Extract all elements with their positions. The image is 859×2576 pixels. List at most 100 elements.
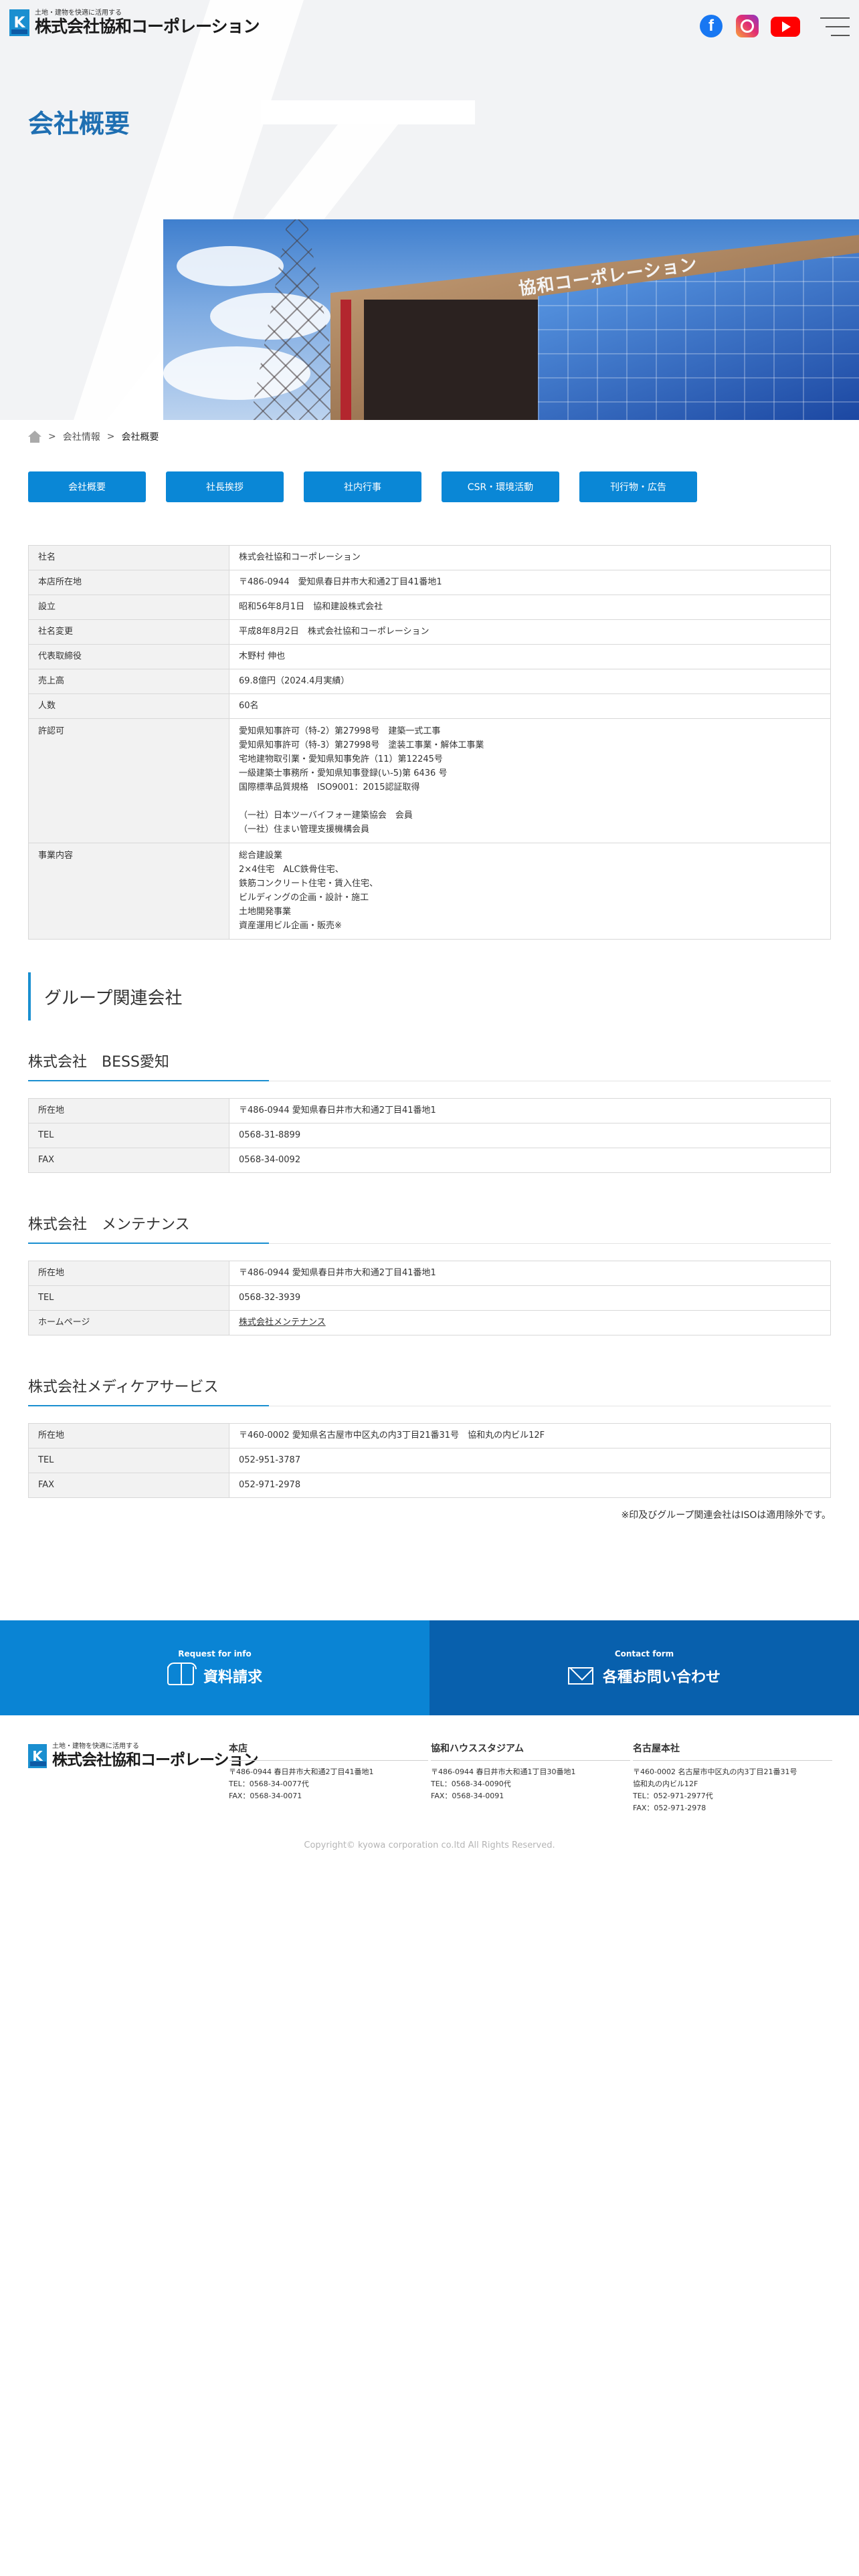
license-line: 一級建築士事務所・愛知県知事登録(い-5)第 6436 号	[239, 768, 448, 778]
office-fax: FAX：052-971-2978	[633, 1804, 706, 1812]
table-row: 事業内容 総合建設業 2×4住宅 ALC鉄骨住宅、 鉄筋コンクリート住宅・賃入住…	[28, 843, 831, 940]
hero-k-shape	[261, 100, 475, 124]
table-value: 0568-31-8899	[229, 1123, 831, 1148]
table-key: 所在地	[28, 1098, 229, 1123]
logo-text: 土地・建物を快適に活用する 株式会社協和コーポレーション	[35, 9, 260, 36]
office-tel: TEL：052-971-2977代	[633, 1792, 713, 1800]
company-table-bess: 所在地 〒486-0944 愛知県春日井市大和通2丁目41番地1 TEL 056…	[28, 1098, 831, 1173]
license-line: （一社）日本ツーバイフォー建築協会 会員	[239, 811, 413, 821]
table-row: 所在地 〒486-0944 愛知県春日井市大和通2丁目41番地1	[28, 1098, 831, 1123]
office-stadium: 協和ハウススタジアム 〒486-0944 春日井市大和通1丁目30番地1 TEL…	[431, 1741, 630, 1802]
table-row: 許認可 愛知県知事許可（特-2）第27998号 建築一式工事 愛知県知事許可（特…	[28, 718, 831, 843]
table-row: FAX 0568-34-0092	[28, 1148, 831, 1173]
table-key: TEL	[28, 1123, 229, 1148]
footer-logo[interactable]: K 土地・建物を快適に活用する 株式会社協和コーポレーション	[28, 1743, 259, 1769]
license-line: 宅地建物取引業・愛知県知事免許（11）第12245号	[239, 754, 443, 764]
menu-line	[826, 26, 850, 27]
company-profile-table: 社名 株式会社協和コーポレーション 本店所在地 〒486-0944 愛知県春日井…	[28, 545, 831, 940]
section-tabs: 会社概要 社長挨拶 社内行事 CSR・環境活動 刊行物・広告	[28, 471, 697, 502]
table-value: 052-971-2978	[229, 1473, 831, 1498]
copyright: Copyright© kyowa corporation co.ltd All …	[304, 1840, 555, 1850]
license-line: （一社）住まい管理支援機構会員	[239, 825, 370, 835]
menu-line	[831, 35, 850, 36]
tab-company-events[interactable]: 社内行事	[304, 471, 421, 502]
table-key: 社名変更	[28, 619, 229, 645]
table-value: 〒486-0944 愛知県春日井市大和通2丁目41番地1	[229, 1098, 831, 1123]
table-value: 愛知県知事許可（特-2）第27998号 建築一式工事 愛知県知事許可（特-3）第…	[229, 718, 831, 843]
table-row: 代表取締役 木野村 伸也	[28, 644, 831, 669]
table-row: 所在地 〒486-0944 愛知県春日井市大和通2丁目41番地1	[28, 1261, 831, 1286]
table-row: ホームページ 株式会社メンテナンス	[28, 1310, 831, 1335]
breadcrumb-separator: >	[106, 431, 115, 442]
tab-csr[interactable]: CSR・環境活動	[442, 471, 559, 502]
hamburger-menu-button[interactable]	[820, 17, 850, 37]
table-key: TEL	[28, 1285, 229, 1311]
table-row: 社名 株式会社協和コーポレーション	[28, 545, 831, 570]
table-key: 売上高	[28, 669, 229, 694]
license-line: 国際標準品質規格 ISO9001：2015認証取得	[239, 782, 420, 792]
table-key: 代表取締役	[28, 644, 229, 669]
table-key: TEL	[28, 1448, 229, 1473]
license-line: 愛知県知事許可（特-3）第27998号 塗装工事業・解体工事業	[239, 740, 484, 750]
logo-company-name: 株式会社協和コーポレーション	[52, 1751, 259, 1769]
logo-text: 土地・建物を快適に活用する 株式会社協和コーポレーション	[52, 1743, 259, 1769]
business-line: 土地開発事業	[239, 907, 292, 917]
table-row: TEL 052-951-3787	[28, 1448, 831, 1473]
table-value: 株式会社協和コーポレーション	[229, 545, 831, 570]
request-info-sub: Request for info	[178, 1649, 252, 1658]
facebook-icon[interactable]: f	[700, 15, 723, 37]
breadcrumb-separator: >	[48, 431, 56, 442]
company-table-medicare: 所在地 〒460-0002 愛知県名古屋市中区丸の内3丁目21番31号 協和丸の…	[28, 1423, 831, 1498]
table-value: 平成8年8月2日 株式会社協和コーポレーション	[229, 619, 831, 645]
home-icon[interactable]	[28, 431, 41, 443]
table-value: 052-951-3787	[229, 1448, 831, 1473]
instagram-icon[interactable]	[736, 15, 759, 37]
tab-president-message[interactable]: 社長挨拶	[166, 471, 284, 502]
table-value: 〒486-0944 愛知県春日井市大和通2丁目41番地1	[229, 1261, 831, 1286]
mail-icon	[567, 1667, 593, 1685]
table-key: FAX	[28, 1148, 229, 1173]
iso-note: ※印及びグループ関連会社はISOは適用除外です。	[621, 1510, 831, 1521]
heading-underline	[28, 1405, 269, 1406]
table-row: 設立 昭和56年8月1日 協和建設株式会社	[28, 595, 831, 620]
office-name: 本店	[229, 1741, 428, 1761]
table-row: 本店所在地 〒486-0944 愛知県春日井市大和通2丁目41番地1	[28, 570, 831, 595]
heading-underline	[28, 1243, 269, 1244]
license-line: 愛知県知事許可（特-2）第27998号 建築一式工事	[239, 726, 441, 736]
logo-tagline: 土地・建物を快適に活用する	[52, 1743, 139, 1750]
table-key: 所在地	[28, 1423, 229, 1448]
business-line: 総合建設業	[239, 851, 283, 861]
company-table-maintenance: 所在地 〒486-0944 愛知県春日井市大和通2丁目41番地1 TEL 056…	[28, 1261, 831, 1335]
heading-underline	[28, 1080, 269, 1081]
table-key: 設立	[28, 595, 229, 620]
group-companies-heading: グループ関連会社	[28, 972, 182, 1021]
table-value: 〒486-0944 愛知県春日井市大和通2丁目41番地1	[229, 570, 831, 595]
youtube-icon[interactable]	[771, 17, 800, 37]
office-fax: FAX：0568-34-0091	[431, 1792, 504, 1800]
maintenance-homepage-link[interactable]: 株式会社メンテナンス	[239, 1317, 326, 1327]
table-key: 人数	[28, 693, 229, 719]
company-name-medicare: 株式会社メディケアサービス	[28, 1379, 219, 1396]
business-line: 資産運用ビル企画・販売※	[239, 921, 342, 931]
page-title: 会社概要	[28, 109, 130, 138]
table-value: 木野村 伸也	[229, 644, 831, 669]
menu-line	[820, 17, 850, 19]
request-info-button[interactable]: Request for info 資料請求	[0, 1620, 430, 1715]
breadcrumb-company-info[interactable]: 会社情報	[63, 430, 100, 443]
hero-building-photo: 協和コーポレーション	[163, 219, 859, 420]
contact-form-button[interactable]: Contact form 各種お問い合わせ	[430, 1620, 859, 1715]
tab-publications[interactable]: 刊行物・広告	[579, 471, 697, 502]
office-address: 〒460-0002 名古屋市中区丸の内3丁目21番31号	[633, 1767, 797, 1776]
site-logo[interactable]: K 土地・建物を快適に活用する 株式会社協和コーポレーション	[9, 9, 260, 36]
table-value: 60名	[229, 693, 831, 719]
office-name: 協和ハウススタジアム	[431, 1741, 630, 1761]
building-entrance-shape	[364, 300, 538, 420]
heading-rule	[269, 1243, 831, 1244]
table-key: 許認可	[28, 718, 229, 843]
tab-company-overview[interactable]: 会社概要	[28, 471, 146, 502]
office-address: 〒486-0944 春日井市大和通1丁目30番地1	[431, 1767, 576, 1776]
contact-form-label: 各種お問い合わせ	[602, 1669, 721, 1686]
red-pillar-shape	[341, 300, 351, 420]
table-row: 社名変更 平成8年8月2日 株式会社協和コーポレーション	[28, 619, 831, 645]
table-value: 69.8億円（2024.4月実績）	[229, 669, 831, 694]
